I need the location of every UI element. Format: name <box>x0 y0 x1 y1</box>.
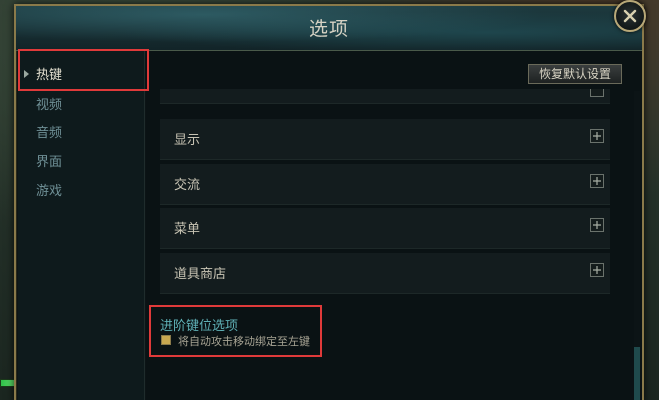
scrollbar-thumb[interactable] <box>634 347 640 400</box>
panel-scrollbar[interactable] <box>634 91 640 400</box>
plus-icon[interactable] <box>590 218 604 232</box>
sidebar-item-hotkeys[interactable]: 热键 <box>36 64 62 83</box>
plus-icon[interactable] <box>590 129 604 143</box>
options-sidebar: 热键 视频 音频 界面 游戏 <box>18 51 145 400</box>
restore-defaults-button[interactable]: 恢复默认设置 <box>528 64 622 84</box>
attack-move-left-click-label: 将自动攻击移动绑定至左键 <box>178 335 310 348</box>
section-label-item-shop: 道具商店 <box>174 267 227 282</box>
section-label-chat: 交流 <box>174 178 201 193</box>
section-label-menu: 菜单 <box>174 222 201 237</box>
section-display[interactable]: 显示 <box>160 119 610 160</box>
plus-icon[interactable] <box>590 174 604 188</box>
game-background: 选项 热键 视频 音频 界面 游戏 恢复默认设置 显示 交流 菜单 道具商店 进… <box>0 0 659 400</box>
plus-icon[interactable] <box>590 89 604 97</box>
sidebar-item-interface[interactable]: 界面 <box>36 151 62 170</box>
plus-icon[interactable] <box>590 263 604 277</box>
advanced-keybind-title: 进阶键位选项 <box>160 319 239 334</box>
health-bar-fragment <box>0 379 15 387</box>
section-clipped <box>160 89 610 104</box>
sidebar-item-video[interactable]: 视频 <box>36 94 62 113</box>
section-label-display: 显示 <box>174 133 201 148</box>
sidebar-item-game[interactable]: 游戏 <box>36 180 62 199</box>
options-dialog: 选项 热键 视频 音频 界面 游戏 恢复默认设置 显示 交流 菜单 道具商店 <box>14 4 644 400</box>
section-chat[interactable]: 交流 <box>160 164 610 205</box>
dialog-title: 选项 <box>308 18 349 40</box>
caret-right-icon <box>24 70 29 78</box>
title-bar: 选项 <box>16 6 642 51</box>
sidebar-item-audio[interactable]: 音频 <box>36 122 62 141</box>
attack-move-left-click-checkbox[interactable] <box>161 335 171 345</box>
section-item-shop[interactable]: 道具商店 <box>160 253 610 294</box>
close-icon <box>623 9 637 23</box>
section-menu[interactable]: 菜单 <box>160 208 610 249</box>
close-button[interactable] <box>614 0 646 32</box>
